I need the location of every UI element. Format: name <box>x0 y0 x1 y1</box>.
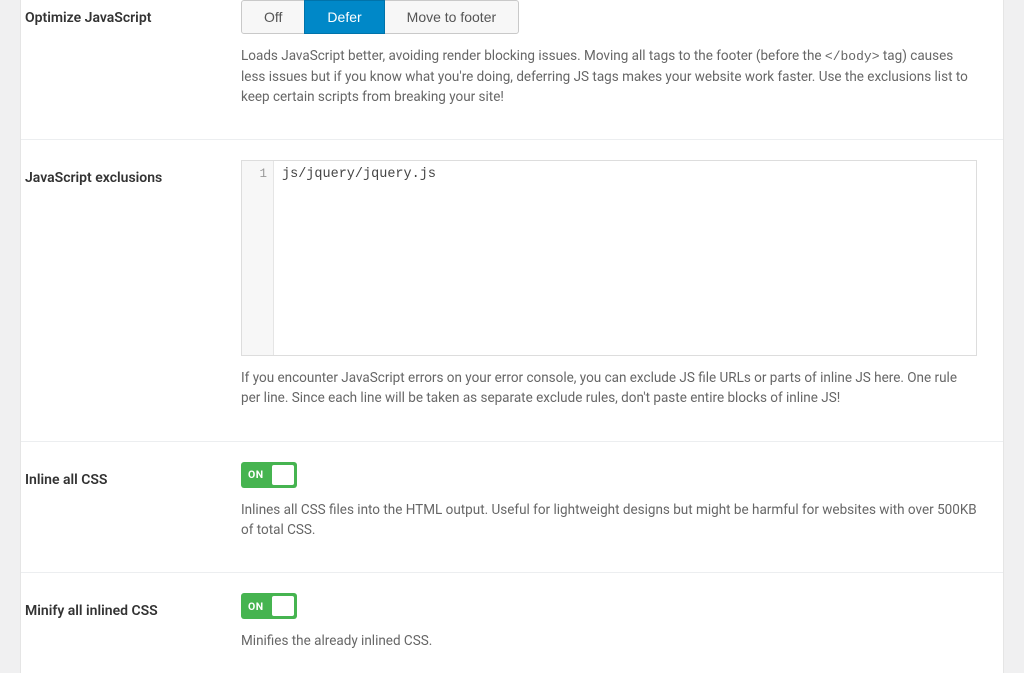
body-tag-code: </body> <box>825 49 880 64</box>
line-number: 1 <box>242 167 267 181</box>
js-exclusions-description: If you encounter JavaScript errors on yo… <box>241 368 977 409</box>
optimize-js-footer-button[interactable]: Move to footer <box>384 0 520 34</box>
inline-css-description: Inlines all CSS files into the HTML outp… <box>241 500 977 541</box>
section-js-exclusions: JavaScript exclusions 1 js/jquery/jquery… <box>21 140 1003 442</box>
toggle-on-text: ON <box>248 600 264 613</box>
inline-css-body: ON Inlines all CSS files into the HTML o… <box>241 462 1003 541</box>
js-exclusions-label: JavaScript exclusions <box>21 160 241 409</box>
optimize-js-button-group: Off Defer Move to footer <box>241 0 519 34</box>
minify-css-toggle[interactable]: ON <box>241 593 297 619</box>
settings-panel: Optimize JavaScript Off Defer Move to fo… <box>20 0 1004 673</box>
toggle-knob <box>272 596 294 616</box>
optimize-js-desc-pre: Loads JavaScript better, avoiding render… <box>241 48 825 64</box>
toggle-knob <box>272 465 294 485</box>
minify-css-body: ON Minifies the already inlined CSS. <box>241 593 1003 651</box>
js-exclusions-textarea[interactable]: js/jquery/jquery.js <box>274 161 976 355</box>
optimize-js-body: Off Defer Move to footer Loads JavaScrip… <box>241 0 1003 107</box>
editor-gutter: 1 <box>242 161 274 355</box>
inline-css-toggle[interactable]: ON <box>241 462 297 488</box>
optimize-js-defer-button[interactable]: Defer <box>304 0 384 34</box>
optimize-js-label: Optimize JavaScript <box>21 0 241 107</box>
section-optimize-js: Optimize JavaScript Off Defer Move to fo… <box>21 0 1003 140</box>
minify-css-label: Minify all inlined CSS <box>21 593 241 651</box>
section-inline-css: Inline all CSS ON Inlines all CSS files … <box>21 442 1003 574</box>
optimize-js-off-button[interactable]: Off <box>241 0 305 34</box>
js-exclusions-body: 1 js/jquery/jquery.js If you encounter J… <box>241 160 1003 409</box>
section-minify-css: Minify all inlined CSS ON Minifies the a… <box>21 573 1003 661</box>
minify-css-description: Minifies the already inlined CSS. <box>241 631 977 651</box>
inline-css-label: Inline all CSS <box>21 462 241 541</box>
toggle-on-text: ON <box>248 468 264 481</box>
js-exclusions-editor[interactable]: 1 js/jquery/jquery.js <box>241 160 977 356</box>
optimize-js-description: Loads JavaScript better, avoiding render… <box>241 46 977 107</box>
